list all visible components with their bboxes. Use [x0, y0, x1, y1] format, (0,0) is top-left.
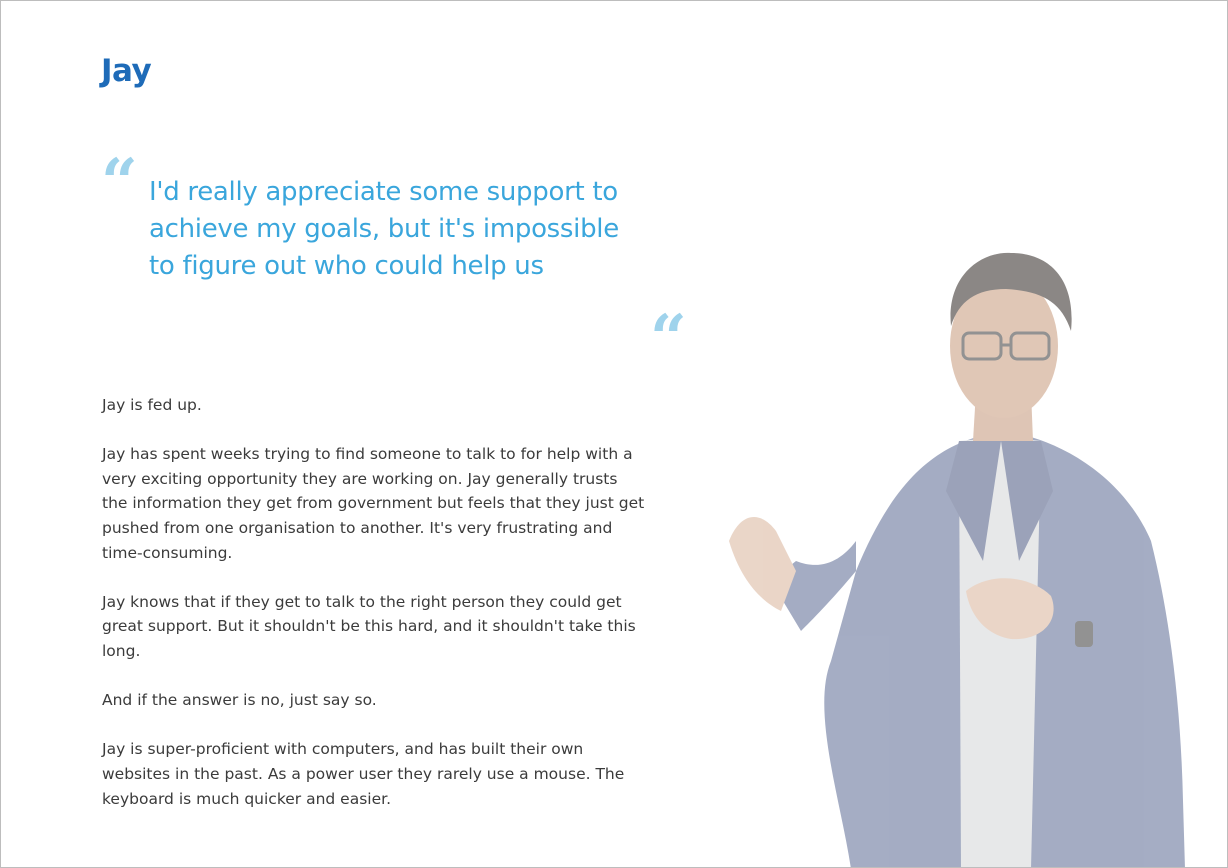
- paragraph: Jay knows that if they get to talk to th…: [102, 592, 636, 660]
- paragraph: Jay is super-proficient with computers, …: [102, 740, 625, 808]
- persona-page: Jay “ I'd really appreciate some support…: [0, 0, 1228, 868]
- paragraph: Jay is fed up.: [102, 396, 202, 414]
- close-quote-icon: “: [650, 301, 687, 376]
- persona-quote: I'd really appreciate some support to ac…: [149, 177, 619, 281]
- person-photo: [729, 252, 1185, 867]
- paragraph: And if the answer is no, just say so.: [102, 691, 377, 710]
- persona-description: Jay is fed up. Jay has spent weeks tryin…: [102, 393, 647, 836]
- page-title: Jay: [101, 53, 152, 89]
- open-quote-icon: “: [101, 145, 138, 220]
- paragraph: Jay has spent weeks trying to find someo…: [102, 445, 645, 562]
